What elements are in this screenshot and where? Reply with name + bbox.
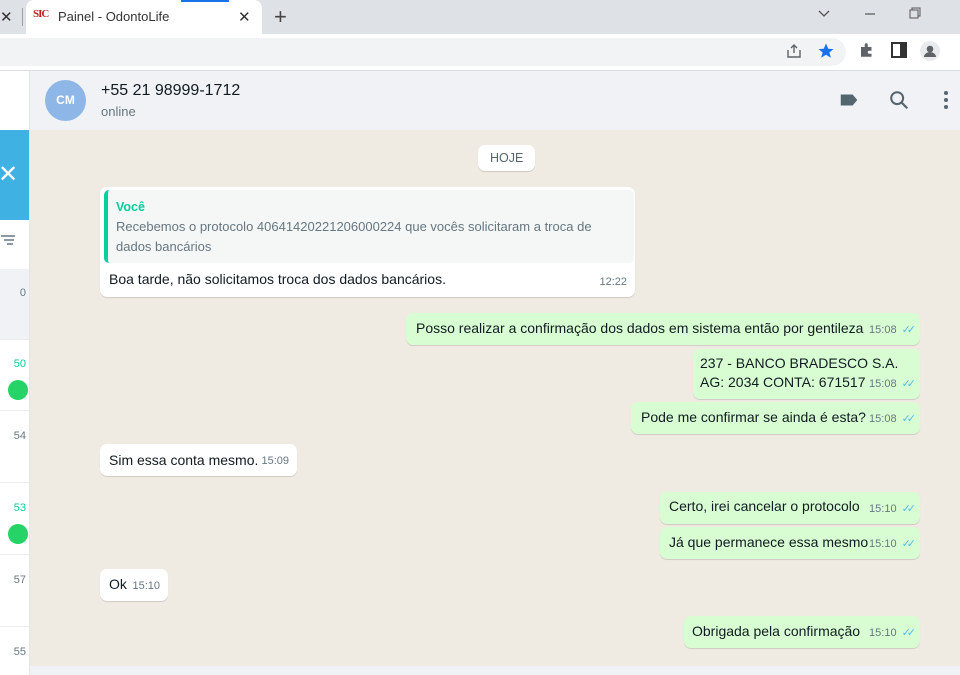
chat-list-item[interactable]: 53 xyxy=(0,484,29,555)
minimize-icon[interactable] xyxy=(863,6,877,23)
message-meta: 15:10 ✓✓ xyxy=(869,535,917,554)
message-time: 12:22 xyxy=(599,276,627,288)
profile-avatar-icon[interactable] xyxy=(920,41,940,61)
message-text: Posso realizar a confirmação dos dados e… xyxy=(416,320,864,336)
message-outgoing[interactable]: Posso realizar a confirmação dos dados e… xyxy=(406,313,920,345)
message-text: Pode me confirmar se ainda é esta? xyxy=(641,409,866,425)
chat-list-panel: ✕ 0 50 54 53 57 55 xyxy=(0,71,30,675)
chat-list-item-time: 55 xyxy=(13,646,26,658)
message-time: 15:10 xyxy=(869,627,897,639)
message-meta: 15:08 ✓✓ xyxy=(869,321,917,340)
conversation-header[interactable]: CM +55 21 98999-1712 online xyxy=(30,71,960,130)
contact-name[interactable]: +55 21 98999-1712 xyxy=(101,82,240,100)
read-ticks-icon: ✓✓ xyxy=(901,627,917,639)
message-meta: 15:10 ✓✓ xyxy=(869,624,917,643)
message-text: Obrigada pela confirmação xyxy=(692,623,861,639)
message-incoming[interactable]: Sim essa conta mesmo. 15:09 xyxy=(100,444,297,476)
message-text-line: AG: 2034 CONTA: 671517 xyxy=(700,374,866,390)
chat-list-item-time: 0 xyxy=(19,287,26,299)
read-ticks-icon: ✓✓ xyxy=(901,324,917,336)
message-outgoing[interactable]: Certo, irei cancelar o protocolo 15:10 ✓✓ xyxy=(660,492,920,524)
chat-list-item[interactable]: 57 xyxy=(0,556,29,627)
chat-list-item-time: 54 xyxy=(13,430,26,442)
address-bar[interactable] xyxy=(0,38,846,66)
new-tab-button[interactable]: + xyxy=(274,4,287,30)
bookmark-star-icon[interactable] xyxy=(816,42,836,62)
message-outgoing[interactable]: Já que permanece essa mesmo 15:10 ✓✓ xyxy=(660,527,920,559)
message-text: Já que permanece essa mesmo xyxy=(669,534,869,550)
chat-list-item-time: 57 xyxy=(13,574,26,586)
message-text: Boa tarde, não solicitamos troca dos dad… xyxy=(109,271,446,287)
composer-edge xyxy=(30,666,960,675)
chat-list-item[interactable]: 50 xyxy=(0,340,29,411)
extensions-puzzle-icon[interactable] xyxy=(857,41,877,61)
previous-tab-close-icon[interactable]: ✕ xyxy=(0,8,13,26)
chat-list-item[interactable]: 55 xyxy=(0,628,29,675)
restore-icon[interactable] xyxy=(908,6,922,23)
read-ticks-icon: ✓✓ xyxy=(901,378,917,390)
message-meta: 15:08 ✓✓ xyxy=(869,410,917,429)
chat-list-item-time: 53 xyxy=(13,502,26,514)
message-meta: 15:10 ✓✓ xyxy=(869,500,917,519)
message-text-line: 237 - BANCO BRADESCO S.A. xyxy=(700,355,899,371)
read-ticks-icon: ✓✓ xyxy=(901,538,917,550)
quoted-text: Recebemos o protocolo 406414202212060002… xyxy=(116,219,592,254)
tab-loading-indicator xyxy=(181,0,229,2)
message-text: Sim essa conta mesmo. xyxy=(109,452,259,468)
notification-banner: ✕ xyxy=(0,130,29,220)
browser-toolbar xyxy=(0,34,960,71)
chat-list-item-time: 50 xyxy=(13,358,26,370)
message-time: 15:09 xyxy=(261,455,289,467)
chat-list-item[interactable]: 54 xyxy=(0,412,29,483)
message-time: 15:08 xyxy=(869,413,897,425)
message-outgoing[interactable]: 237 - BANCO BRADESCO S.A. AG: 2034 CONTA… xyxy=(693,349,920,399)
message-incoming[interactable]: Ok 15:10 xyxy=(100,569,168,601)
tab-separator xyxy=(22,8,23,26)
message-time: 15:10 xyxy=(869,538,897,550)
message-text: Ok xyxy=(109,576,127,592)
chat-list-item[interactable]: 0 xyxy=(0,269,29,340)
unread-badge xyxy=(8,524,28,544)
conversation-body[interactable]: HOJE Você Recebemos o protocolo 40641420… xyxy=(30,130,960,675)
message-incoming[interactable]: Você Recebemos o protocolo 4064142022120… xyxy=(100,187,635,297)
message-outgoing[interactable]: Pode me confirmar se ainda é esta? 15:08… xyxy=(631,402,920,434)
share-icon[interactable] xyxy=(784,42,804,62)
read-ticks-icon: ✓✓ xyxy=(901,503,917,515)
avatar[interactable]: CM xyxy=(45,80,86,121)
quoted-message[interactable]: Você Recebemos o protocolo 4064142022120… xyxy=(104,190,634,263)
message-outgoing[interactable]: Obrigada pela confirmação 15:10 ✓✓ xyxy=(684,616,920,648)
tab-active[interactable]: SIC Painel - OdontoLife ✕ xyxy=(26,0,262,34)
menu-kebab-icon[interactable] xyxy=(940,89,960,113)
whatsapp-app: ✕ 0 50 54 53 57 55 CM +55 21 98999-1712 … xyxy=(0,71,960,675)
tab-favicon-icon: SIC xyxy=(33,8,49,20)
tab-search-chevron-icon[interactable] xyxy=(817,6,831,23)
tab-title: Painel - OdontoLife xyxy=(58,9,170,24)
label-tag-icon[interactable] xyxy=(838,89,862,113)
message-meta: 15:08 ✓✓ xyxy=(869,375,917,394)
browser-tabstrip: ✕ SIC Painel - OdontoLife ✕ + xyxy=(0,0,960,34)
close-banner-icon[interactable]: ✕ xyxy=(0,160,18,189)
date-chip: HOJE xyxy=(478,145,536,171)
read-ticks-icon: ✓✓ xyxy=(901,413,917,425)
message-time: 15:08 xyxy=(869,324,897,336)
message-time: 15:08 xyxy=(869,378,897,390)
message-time: 15:10 xyxy=(869,503,897,515)
message-time: 15:10 xyxy=(132,580,160,592)
search-icon[interactable] xyxy=(888,89,912,113)
unread-badge xyxy=(8,380,28,400)
message-text: Certo, irei cancelar o protocolo xyxy=(669,498,860,514)
side-panel-icon[interactable] xyxy=(889,41,909,61)
tab-close-icon[interactable]: ✕ xyxy=(238,8,251,26)
contact-status: online xyxy=(101,104,136,119)
quoted-author: Você xyxy=(116,200,145,214)
filter-icon[interactable] xyxy=(0,233,16,250)
